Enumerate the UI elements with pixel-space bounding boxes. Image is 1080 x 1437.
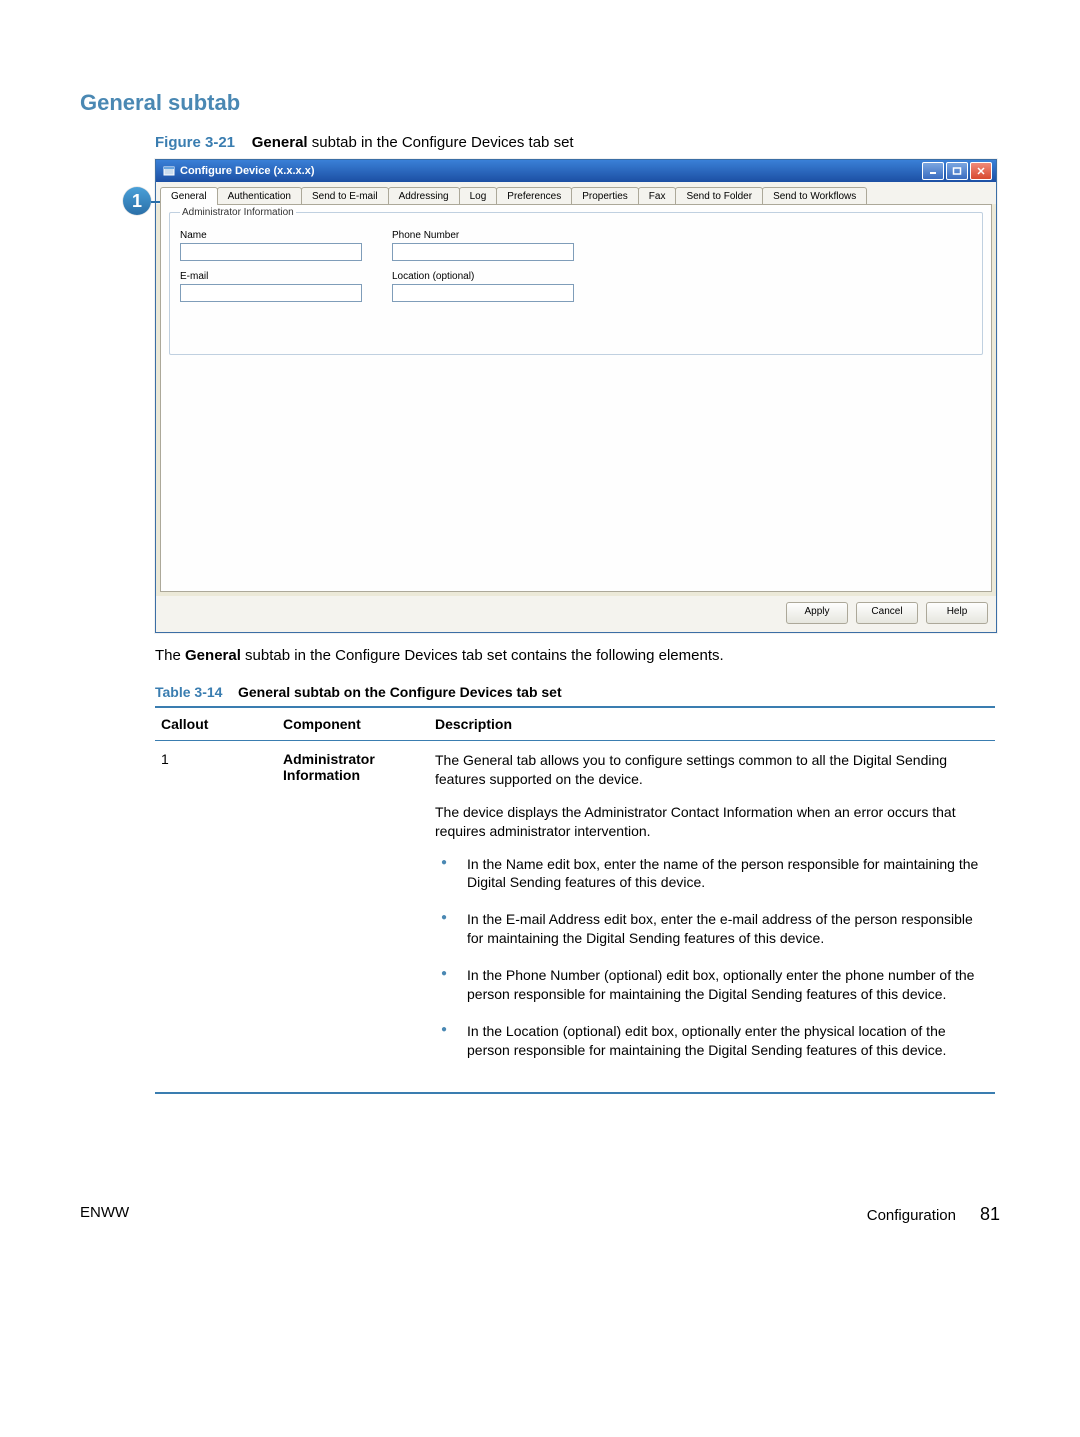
email-input[interactable]	[180, 284, 362, 302]
footer-section: Configuration	[867, 1207, 956, 1224]
footer-page-number: 81	[980, 1204, 1000, 1225]
window-close-button[interactable]	[970, 162, 992, 180]
figure-rest: subtab in the Configure Devices tab set	[308, 134, 574, 151]
table-label: Table 3-14	[155, 684, 222, 700]
configure-device-window: Configure Device (x.x.x.x) General Authe…	[155, 159, 997, 633]
location-label: Location (optional)	[392, 271, 574, 282]
tab-content-general: Administrator Information Name Phone Num…	[160, 204, 992, 592]
window-app-icon	[162, 164, 176, 178]
section-heading: General subtab	[80, 90, 1000, 116]
figure-area: 1 Configure Device (x.x.x.x) General Aut…	[155, 159, 1000, 633]
intro-pre: The	[155, 647, 185, 664]
dialog-button-bar: Apply Cancel Help	[156, 596, 996, 632]
table-row: 1 Administrator Information The General …	[155, 741, 995, 1093]
th-component: Component	[277, 707, 429, 741]
list-item: In the Phone Number (optional) edit box,…	[463, 966, 989, 1004]
list-item: In the E-mail Address edit box, enter th…	[463, 910, 989, 948]
phone-input[interactable]	[392, 243, 574, 261]
window-titlebar: Configure Device (x.x.x.x)	[156, 160, 996, 182]
cell-component: Administrator Information	[277, 741, 429, 1093]
th-callout: Callout	[155, 707, 277, 741]
apply-button[interactable]: Apply	[786, 602, 848, 624]
cell-description: The General tab allows you to configure …	[429, 741, 995, 1093]
callout-bubble-1: 1	[123, 187, 151, 215]
page-footer: ENWW Configuration 81	[80, 1204, 1000, 1225]
figure-caption: Figure 3-21 General subtab in the Config…	[155, 134, 1000, 151]
window-maximize-button[interactable]	[946, 162, 968, 180]
tab-preferences[interactable]: Preferences	[496, 187, 572, 205]
tab-send-to-workflows[interactable]: Send to Workflows	[762, 187, 867, 205]
footer-left: ENWW	[80, 1204, 129, 1225]
intro-paragraph: The General subtab in the Configure Devi…	[155, 647, 1000, 664]
tab-general[interactable]: General	[160, 187, 218, 205]
tab-addressing[interactable]: Addressing	[388, 187, 460, 205]
cell-callout: 1	[155, 741, 277, 1093]
administrator-information-group: Administrator Information Name Phone Num…	[169, 207, 983, 355]
name-label: Name	[180, 230, 362, 241]
list-item: In the Name edit box, enter the name of …	[463, 855, 989, 893]
phone-label: Phone Number	[392, 230, 574, 241]
tab-bar: General Authentication Send to E-mail Ad…	[156, 182, 996, 204]
general-subtab-table: Callout Component Description 1 Administ…	[155, 706, 995, 1094]
window-title: Configure Device (x.x.x.x)	[180, 165, 922, 177]
tab-send-to-email[interactable]: Send to E-mail	[301, 187, 389, 205]
tab-properties[interactable]: Properties	[571, 187, 639, 205]
tab-fax[interactable]: Fax	[638, 187, 677, 205]
intro-post: subtab in the Configure Devices tab set …	[241, 647, 724, 664]
tab-log[interactable]: Log	[459, 187, 498, 205]
th-description: Description	[429, 707, 995, 741]
window-controls	[922, 162, 992, 180]
email-label: E-mail	[180, 271, 362, 282]
intro-bold: General	[185, 647, 241, 664]
name-input[interactable]	[180, 243, 362, 261]
figure-bold: General	[252, 134, 308, 151]
administrator-information-legend: Administrator Information	[180, 207, 296, 218]
figure-label: Figure 3-21	[155, 134, 235, 151]
tab-send-to-folder[interactable]: Send to Folder	[675, 187, 763, 205]
help-button[interactable]: Help	[926, 602, 988, 624]
tab-authentication[interactable]: Authentication	[217, 187, 302, 205]
table-title: General subtab on the Configure Devices …	[238, 684, 562, 700]
window-minimize-button[interactable]	[922, 162, 944, 180]
desc-p1: The General tab allows you to configure …	[435, 751, 989, 789]
table-caption: Table 3-14 General subtab on the Configu…	[155, 684, 1000, 700]
location-input[interactable]	[392, 284, 574, 302]
desc-p2: The device displays the Administrator Co…	[435, 803, 989, 841]
list-item: In the Location (optional) edit box, opt…	[463, 1022, 989, 1060]
cancel-button[interactable]: Cancel	[856, 602, 918, 624]
